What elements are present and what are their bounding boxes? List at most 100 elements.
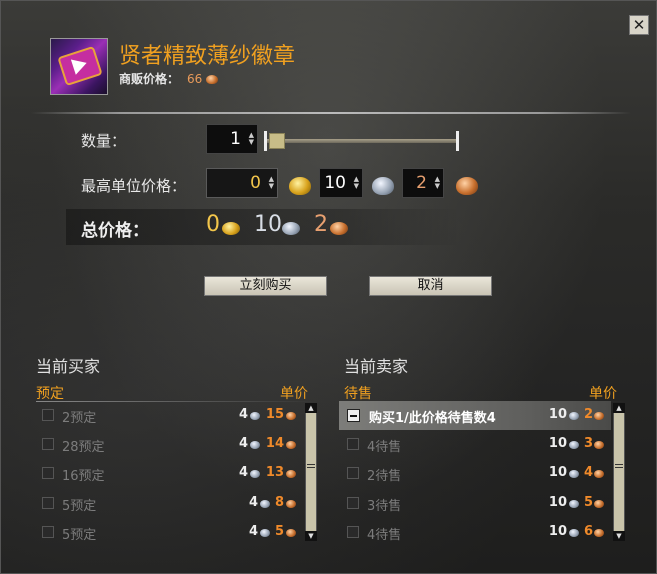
gold-price-value: 0 [250,173,261,193]
silver-coin-icon [372,177,394,195]
order-count: 5预定 [62,499,97,514]
scroll-up-icon[interactable]: ▲ [613,403,625,413]
price-silver: 4 [248,524,258,539]
total-silver: 10 [254,212,282,237]
silver-price-value: 10 [324,173,346,193]
order-count: 5预定 [62,528,97,543]
trading-post-buy-window: ✕ 贤者精致薄纱徽章 商贩价格： 66 数量： 1 ▲ ▼ 最高单位价格： 0 ▲ ▼… [0,0,657,574]
scroll-up-icon[interactable]: ▲ [305,403,317,413]
vendor-price-label: 商贩价格： [119,72,180,86]
quantity-value: 1 [230,129,241,149]
scroll-grip-icon[interactable] [307,462,315,470]
list-item[interactable]: 2待售 10 4 [339,459,611,488]
copper-coin-icon [594,470,604,478]
buyers-scrollbar[interactable]: ▲ ▼ [305,403,317,541]
list-item-selected[interactable]: 购买1/此价格待售数4 10 2 [339,401,611,430]
silver-coin-icon [569,529,579,537]
checkbox[interactable] [347,467,359,479]
collapse-icon[interactable] [347,409,360,422]
copper-price-input[interactable]: 2 ▲ ▼ [402,168,444,198]
quantity-label: 数量： [81,132,127,150]
insignia-icon [50,38,108,95]
checkbox[interactable] [42,526,54,538]
current-sellers-title: 当前卖家 [344,357,409,376]
sellers-col-for-sale: 待售 [344,386,372,402]
list-item[interactable]: 5预定 4 5 [34,518,304,547]
price-copper: 5 [583,495,593,510]
checkbox[interactable] [42,438,54,450]
price-copper: 8 [274,495,284,510]
list-item[interactable]: 5预定 4 8 [34,489,304,518]
list-item[interactable]: 28预定 4 14 [34,430,304,459]
listing-count: 2待售 [367,469,402,484]
copper-coin-icon [330,222,348,235]
silver-coin-icon [260,529,270,537]
order-count: 2预定 [62,411,97,426]
order-count: 28预定 [62,440,105,455]
gold-price-input[interactable]: 0 ▲ ▼ [206,168,278,198]
order-count: 16预定 [62,469,105,484]
price-silver: 10 [548,436,567,451]
copper-coin-icon [594,412,604,420]
copper-coin-icon [286,470,296,478]
silver-price-input[interactable]: 10 ▲ ▼ [319,168,363,198]
list-item[interactable]: 3待售 10 5 [339,489,611,518]
stepper-arrows-icon[interactable]: ▲ ▼ [249,132,254,146]
buy-now-button[interactable]: 立刻购买 [204,276,327,296]
checkbox[interactable] [42,467,54,479]
checkbox[interactable] [347,497,359,509]
seller-summary: 购买1/此价格待售数4 [369,411,496,426]
vendor-price-value: 66 [187,72,203,86]
price-copper: 3 [583,436,593,451]
list-item[interactable]: 2预定 4 15 [34,401,304,430]
silver-coin-icon [569,412,579,420]
checkbox[interactable] [42,497,54,509]
price-silver: 10 [548,495,567,510]
price-copper: 15 [265,407,284,422]
gold-coin-icon [222,222,240,235]
silver-coin-icon [569,441,579,449]
slider-max-cap [456,131,459,151]
quantity-slider[interactable] [267,139,457,143]
total-gold: 0 [206,212,220,237]
buyers-col-unit-price: 单价 [280,386,308,402]
copper-coin-icon [594,529,604,537]
copper-coin-icon [456,177,478,195]
price-copper: 6 [583,524,593,539]
copper-coin-icon [286,529,296,537]
stepper-arrows-icon[interactable]: ▲ ▼ [269,176,274,190]
scroll-down-icon[interactable]: ▼ [613,531,625,541]
checkbox[interactable] [347,526,359,538]
divider [31,112,631,114]
price-copper: 2 [583,407,593,422]
item-title: 贤者精致薄纱徽章 [119,44,296,69]
checkbox[interactable] [347,438,359,450]
copper-coin-icon [286,441,296,449]
scroll-grip-icon[interactable] [615,462,623,470]
quantity-stepper[interactable]: 1 ▲ ▼ [206,124,258,154]
silver-coin-icon [260,500,270,508]
list-item[interactable]: 4待售 10 3 [339,430,611,459]
checkbox[interactable] [42,409,54,421]
copper-coin-icon [594,500,604,508]
scroll-down-icon[interactable]: ▼ [305,531,317,541]
price-silver: 4 [238,407,248,422]
price-copper: 14 [265,436,284,451]
silver-coin-icon [569,470,579,478]
price-copper: 13 [265,465,284,480]
stepper-arrows-icon[interactable]: ▲ ▼ [354,176,359,190]
silver-coin-icon [250,441,260,449]
list-item[interactable]: 16预定 4 13 [34,459,304,488]
sellers-list: 购买1/此价格待售数4 10 2 4待售 10 3 2待售 10 4 3待售 1… [339,401,611,547]
cancel-button[interactable]: 取消 [369,276,492,296]
copper-coin-icon [594,441,604,449]
price-silver: 4 [248,495,258,510]
copper-coin-icon [286,412,296,420]
close-button[interactable]: ✕ [629,15,649,35]
current-buyers-title: 当前买家 [36,357,101,376]
quantity-slider-handle[interactable] [269,133,285,149]
buyers-col-orders: 预定 [36,386,64,402]
stepper-arrows-icon[interactable]: ▲ ▼ [435,176,440,190]
list-item[interactable]: 4待售 10 6 [339,518,611,547]
sellers-scrollbar[interactable]: ▲ ▼ [613,403,625,541]
